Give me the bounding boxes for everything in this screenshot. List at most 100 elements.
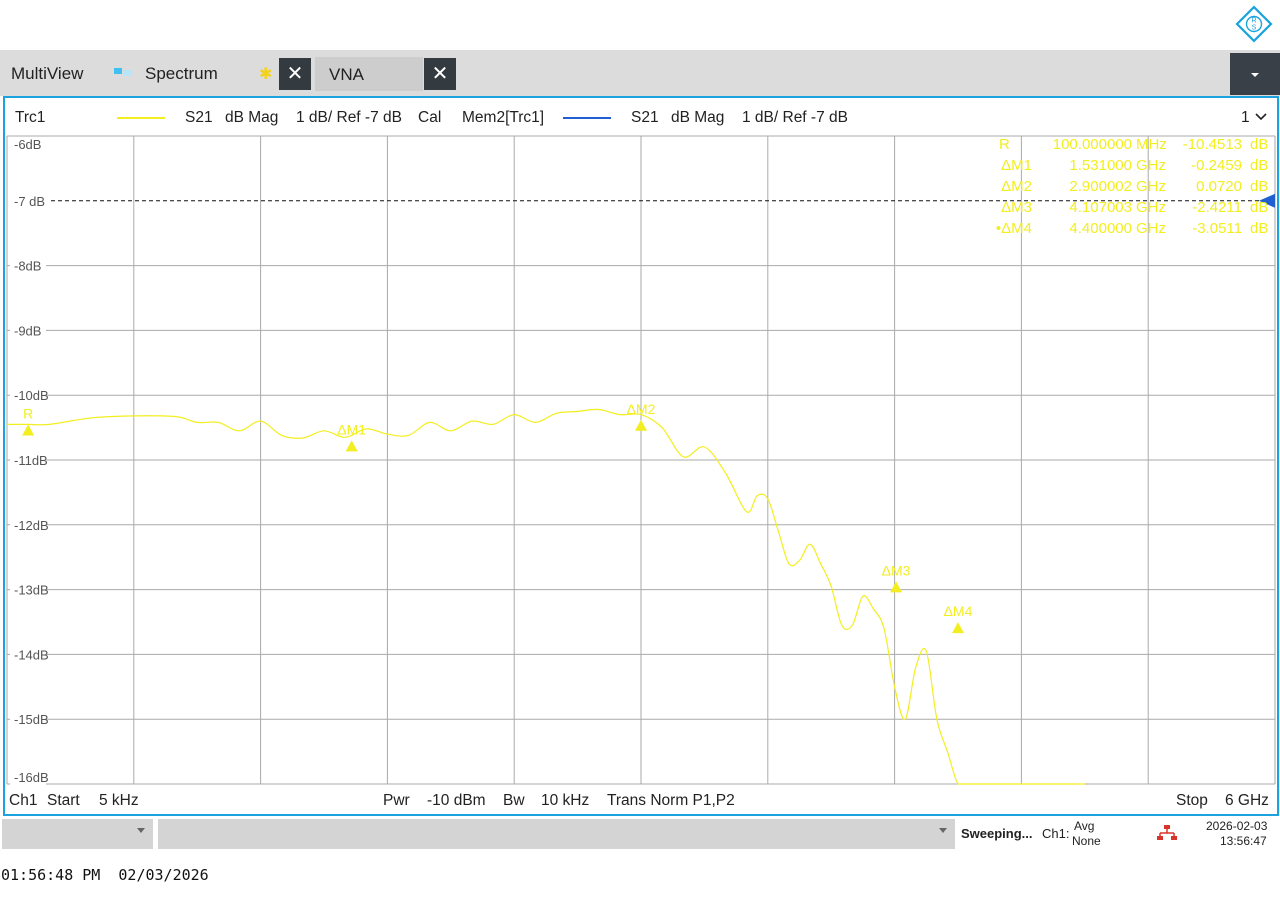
status-date: 2026-02-03 <box>1206 819 1268 833</box>
marker-readout-cell: GHz <box>1136 157 1166 174</box>
marker-readout-cell: -0.2459 <box>1191 157 1242 174</box>
trace-plot[interactable]: -6dB -7 dB -8dB -9dB -10dB -11dB -12dB -13dB -14… <box>5 134 1277 786</box>
trace-trc1-line <box>7 408 1085 785</box>
marker-readout-cell: -3.0511 <box>1192 220 1242 237</box>
power-label: Pwr <box>383 792 410 809</box>
marker-readout-cell: dB <box>1250 220 1268 237</box>
memory-measurement[interactable]: S21 <box>631 109 659 127</box>
y-tick-label: -13dB <box>14 583 49 598</box>
bandwidth-value[interactable]: 10 kHz <box>541 792 589 810</box>
y-tick-label: -16dB <box>14 770 49 785</box>
tab-vna-label: VNA <box>329 65 364 84</box>
marker-readout-cell: 0.0720 <box>1196 178 1242 195</box>
trace-name[interactable]: Trc1 <box>15 109 45 127</box>
y-tick-label: -6dB <box>14 137 41 152</box>
tab-multiview[interactable]: MultiView <box>11 64 83 84</box>
chevron-down-icon <box>939 828 947 833</box>
avg-value: None <box>1072 834 1101 848</box>
tab-bar: MultiView Spectrum <box>0 50 1280 96</box>
y-axis-ticks: -6dB -7 dB -8dB -9dB -10dB -11dB -12dB -13dB -14… <box>10 137 50 785</box>
marker-triangle <box>22 424 35 436</box>
channel-footer: Ch1 Start 5 kHz Pwr -10 dBm Bw 10 kHz Tr… <box>5 786 1277 814</box>
marker-readout-cell: GHz <box>1136 220 1166 237</box>
marker-readout-cell: ΔM2 <box>1001 178 1032 195</box>
marker-readout-cell: ΔM1 <box>1001 157 1032 174</box>
marker-label: ΔM2 <box>627 401 656 417</box>
marker-label: ΔM1 <box>337 421 366 437</box>
marker-readout-cell: 4.400000 <box>1069 220 1132 237</box>
vna-diagram-window[interactable]: Trc1 S21 dB Mag 1 dB/ Ref -7 dB Cal Mem2… <box>3 96 1279 816</box>
top-bar: R S <box>0 0 1280 50</box>
rohde-schwarz-logo: R S <box>1235 5 1273 43</box>
status-bar: Sweeping... Ch1: Avg None 2026-02-03 13:… <box>0 816 1280 850</box>
marker-triangle <box>890 581 903 593</box>
capture-timestamp: 01:56:48 PM 02/03/2026 <box>1 866 209 884</box>
marker-readout-cell: dB <box>1250 178 1268 195</box>
y-tick-label: -7 dB <box>14 194 45 209</box>
marker-readout-table: R 100.000000 MHz -10.4513 dBΔM1 1.531000 GHz -0… <box>996 136 1268 237</box>
marker-triangle <box>951 622 964 634</box>
tab-spectrum[interactable]: Spectrum <box>145 64 218 84</box>
marker-label: ΔM3 <box>882 562 911 578</box>
stop-label: Stop <box>1176 792 1208 809</box>
chevron-down-icon <box>1251 72 1259 77</box>
marker-readout-cell: -2.4211 <box>1192 199 1242 216</box>
power-value[interactable]: -10 dBm <box>427 792 486 810</box>
window-number[interactable]: 1 <box>1241 109 1250 127</box>
spectrum-tab-indicator-icon <box>114 68 132 76</box>
trace-scale[interactable]: 1 dB/ Ref -7 dB <box>296 109 402 127</box>
marker-readout-cell: 4.107003 <box>1069 199 1132 216</box>
trace-format[interactable]: dB Mag <box>225 109 278 127</box>
close-vna-tab-button[interactable]: ✕ <box>424 58 456 90</box>
status-combo-left[interactable] <box>2 819 153 849</box>
y-tick-label: -9dB <box>14 323 41 338</box>
memory-trace-name[interactable]: Mem2[Trc1] <box>462 109 544 127</box>
marker-readout-cell: 100.000000 <box>1053 136 1132 153</box>
marker-readout-cell: R <box>999 136 1010 153</box>
status-channel: Ch1: <box>1042 826 1070 841</box>
close-spectrum-tab-button[interactable]: ✕ <box>279 58 311 90</box>
y-tick-label: -11dB <box>14 453 48 468</box>
marker-readout-cell: MHz <box>1136 136 1167 153</box>
marker-readout-cell: GHz <box>1136 178 1166 195</box>
marker-readout-cell: 1.531000 <box>1069 157 1132 174</box>
sweep-status: Sweeping... <box>961 826 1033 841</box>
bandwidth-label: Bw <box>503 792 525 809</box>
marker-readout-cell: -10.4513 <box>1183 136 1242 153</box>
cal-indicator[interactable]: Cal <box>418 109 441 127</box>
trace-measurement[interactable]: S21 <box>185 109 213 127</box>
y-tick-label: -12dB <box>14 518 49 533</box>
channel-label[interactable]: Ch1 <box>9 792 37 810</box>
status-time: 13:56:47 <box>1220 834 1267 848</box>
svg-text:S: S <box>1252 25 1257 32</box>
tab-vna[interactable]: VNA <box>315 57 423 91</box>
marker-readout-cell: dB <box>1250 199 1268 216</box>
y-tick-label: -10dB <box>14 388 49 403</box>
avg-label: Avg <box>1074 819 1095 833</box>
status-combo-main[interactable] <box>158 819 955 849</box>
start-value[interactable]: 5 kHz <box>99 792 139 810</box>
y-tick-label: -15dB <box>14 712 49 727</box>
chevron-down-icon[interactable] <box>1254 112 1268 122</box>
transmission-mode[interactable]: Trans Norm P1,P2 <box>607 792 735 810</box>
marker-readout-cell: GHz <box>1136 199 1166 216</box>
marker-readout-cell: •ΔM4 <box>996 220 1032 237</box>
marker-readout-cell: 2.900002 <box>1069 178 1132 195</box>
start-label: Start <box>47 792 80 809</box>
marker-triangle <box>634 419 647 431</box>
menu-dropdown-button[interactable] <box>1230 53 1280 95</box>
marker-triangle <box>345 440 358 452</box>
memory-scale[interactable]: 1 dB/ Ref -7 dB <box>742 109 848 127</box>
marker-label: ΔM4 <box>944 603 973 619</box>
marker-readout-cell: dB <box>1250 157 1268 174</box>
stop-value[interactable]: 6 GHz <box>1225 792 1269 810</box>
spectrum-tab-status-icon: ✱ <box>259 66 273 83</box>
trace-legend-line <box>117 117 165 119</box>
marker-readout-cell: ΔM3 <box>1001 199 1032 216</box>
network-icon <box>1157 825 1177 840</box>
trace-header: Trc1 S21 dB Mag 1 dB/ Ref -7 dB Cal Mem2… <box>5 98 1277 134</box>
svg-text:R: R <box>1251 18 1256 25</box>
marker-readout-cell: dB <box>1250 136 1268 153</box>
memory-legend-line <box>563 117 611 119</box>
memory-format[interactable]: dB Mag <box>671 109 724 127</box>
